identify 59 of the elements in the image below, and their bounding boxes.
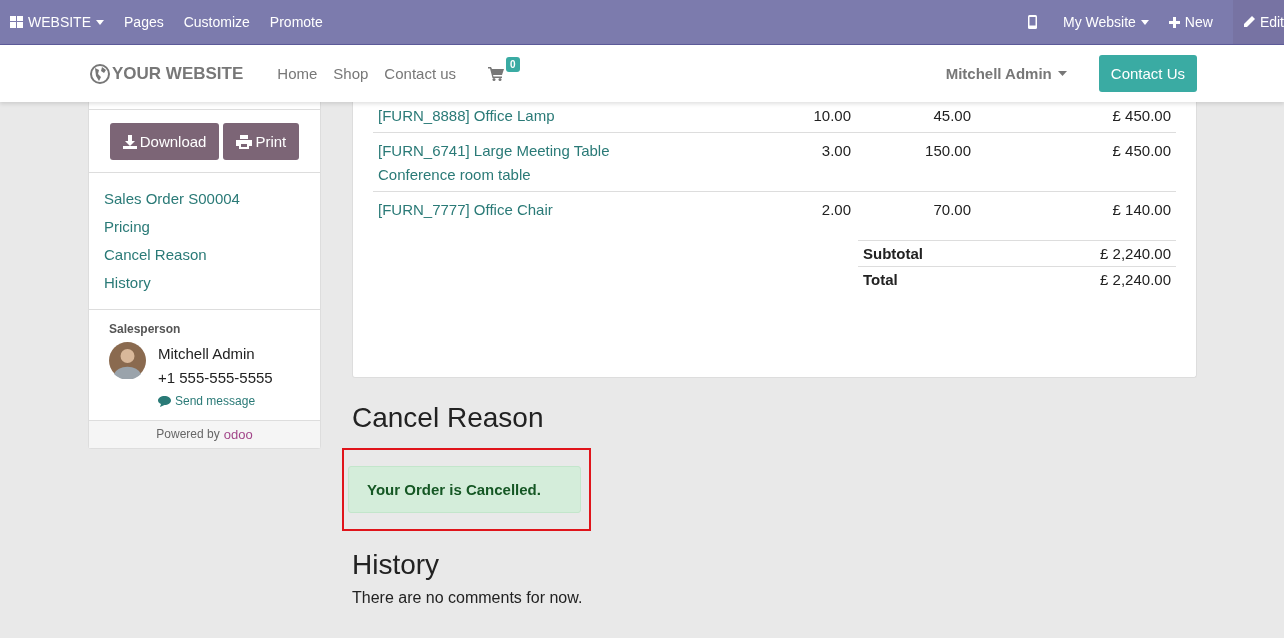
- caret-icon: [1057, 71, 1067, 76]
- total-label: Total: [863, 271, 898, 288]
- nav-link[interactable]: Contact us: [384, 65, 457, 82]
- sidebar-link[interactable]: Pricing: [104, 213, 305, 241]
- caret-icon: [96, 19, 104, 25]
- download-icon: [122, 134, 137, 149]
- mobile-icon[interactable]: [1028, 15, 1037, 29]
- new-button[interactable]: New: [1168, 14, 1213, 30]
- product-description: Conference room table: [378, 165, 532, 185]
- plus-icon: [1168, 16, 1180, 28]
- cart-icon[interactable]: [488, 66, 505, 81]
- total-label: Subtotal: [863, 245, 923, 262]
- contact-us-button[interactable]: Contact Us: [1098, 55, 1197, 92]
- amount-cell: £ 140.00: [1112, 201, 1171, 218]
- admin-menu-item[interactable]: Customize: [183, 14, 250, 30]
- sidebar-link[interactable]: History: [104, 269, 305, 297]
- section-heading: Cancel Reason: [352, 402, 545, 434]
- product-link[interactable]: [FURN_7777] Office Chair: [378, 198, 772, 222]
- sidebar-link[interactable]: Cancel Reason: [104, 241, 305, 269]
- section-heading: History: [352, 549, 441, 581]
- chat-bubble-icon: [158, 395, 171, 407]
- my-website-menu[interactable]: My Website: [1063, 14, 1149, 30]
- caret-icon: [1140, 19, 1149, 25]
- product-link[interactable]: [FURN_6741] Large Meeting Table: [378, 139, 772, 163]
- powered-by-text: Powered by: [156, 427, 220, 442]
- salesperson-label: Salesperson: [109, 322, 182, 336]
- empty-history-text: There are no comments for now.: [352, 589, 584, 607]
- pencil-icon: [1242, 16, 1255, 28]
- quantity-cell: 10.00: [813, 107, 851, 124]
- salesperson-phone: +1 555-555-5555: [158, 368, 273, 388]
- total-value: £ 2,240.00: [1100, 245, 1171, 262]
- unit-price-cell: 150.00: [925, 142, 971, 159]
- unit-price-cell: 45.00: [933, 107, 971, 124]
- send-message-link[interactable]: Send message: [158, 394, 273, 408]
- total-value: £ 2,240.00: [1100, 271, 1171, 288]
- amount-cell: £ 450.00: [1112, 142, 1171, 159]
- sidebar-link[interactable]: Sales Order S00004: [104, 185, 305, 213]
- admin-menu-item[interactable]: Pages: [124, 14, 164, 30]
- product-link[interactable]: [FURN_8888] Office Lamp: [378, 104, 772, 128]
- print-button[interactable]: Print: [223, 123, 300, 160]
- nav-link[interactable]: Home: [277, 65, 318, 82]
- user-menu[interactable]: Mitchell Admin: [945, 65, 1067, 82]
- apps-grid-icon: [10, 16, 23, 28]
- avatar-icon: [109, 342, 146, 379]
- amount-cell: £ 450.00: [1112, 107, 1171, 124]
- nav-link[interactable]: Shop: [333, 65, 369, 82]
- edit-button[interactable]: Edit: [1232, 0, 1284, 44]
- printer-icon: [236, 134, 253, 149]
- cart-count-badge: 0: [506, 56, 520, 72]
- unit-price-cell: 70.00: [933, 201, 971, 218]
- brand-logo[interactable]: odoo: [223, 427, 253, 442]
- website-menu[interactable]: WEBSITE: [10, 14, 104, 30]
- cancelled-alert: Your Order is Cancelled.: [348, 466, 581, 513]
- quantity-cell: 3.00: [821, 142, 851, 159]
- quantity-cell: 2.00: [821, 201, 851, 218]
- site-logo[interactable]: YOUR WEBSITE: [90, 63, 244, 84]
- download-button[interactable]: Download: [109, 123, 220, 160]
- salesperson-name: Mitchell Admin: [158, 344, 256, 364]
- admin-menu-item[interactable]: Promote: [269, 14, 323, 30]
